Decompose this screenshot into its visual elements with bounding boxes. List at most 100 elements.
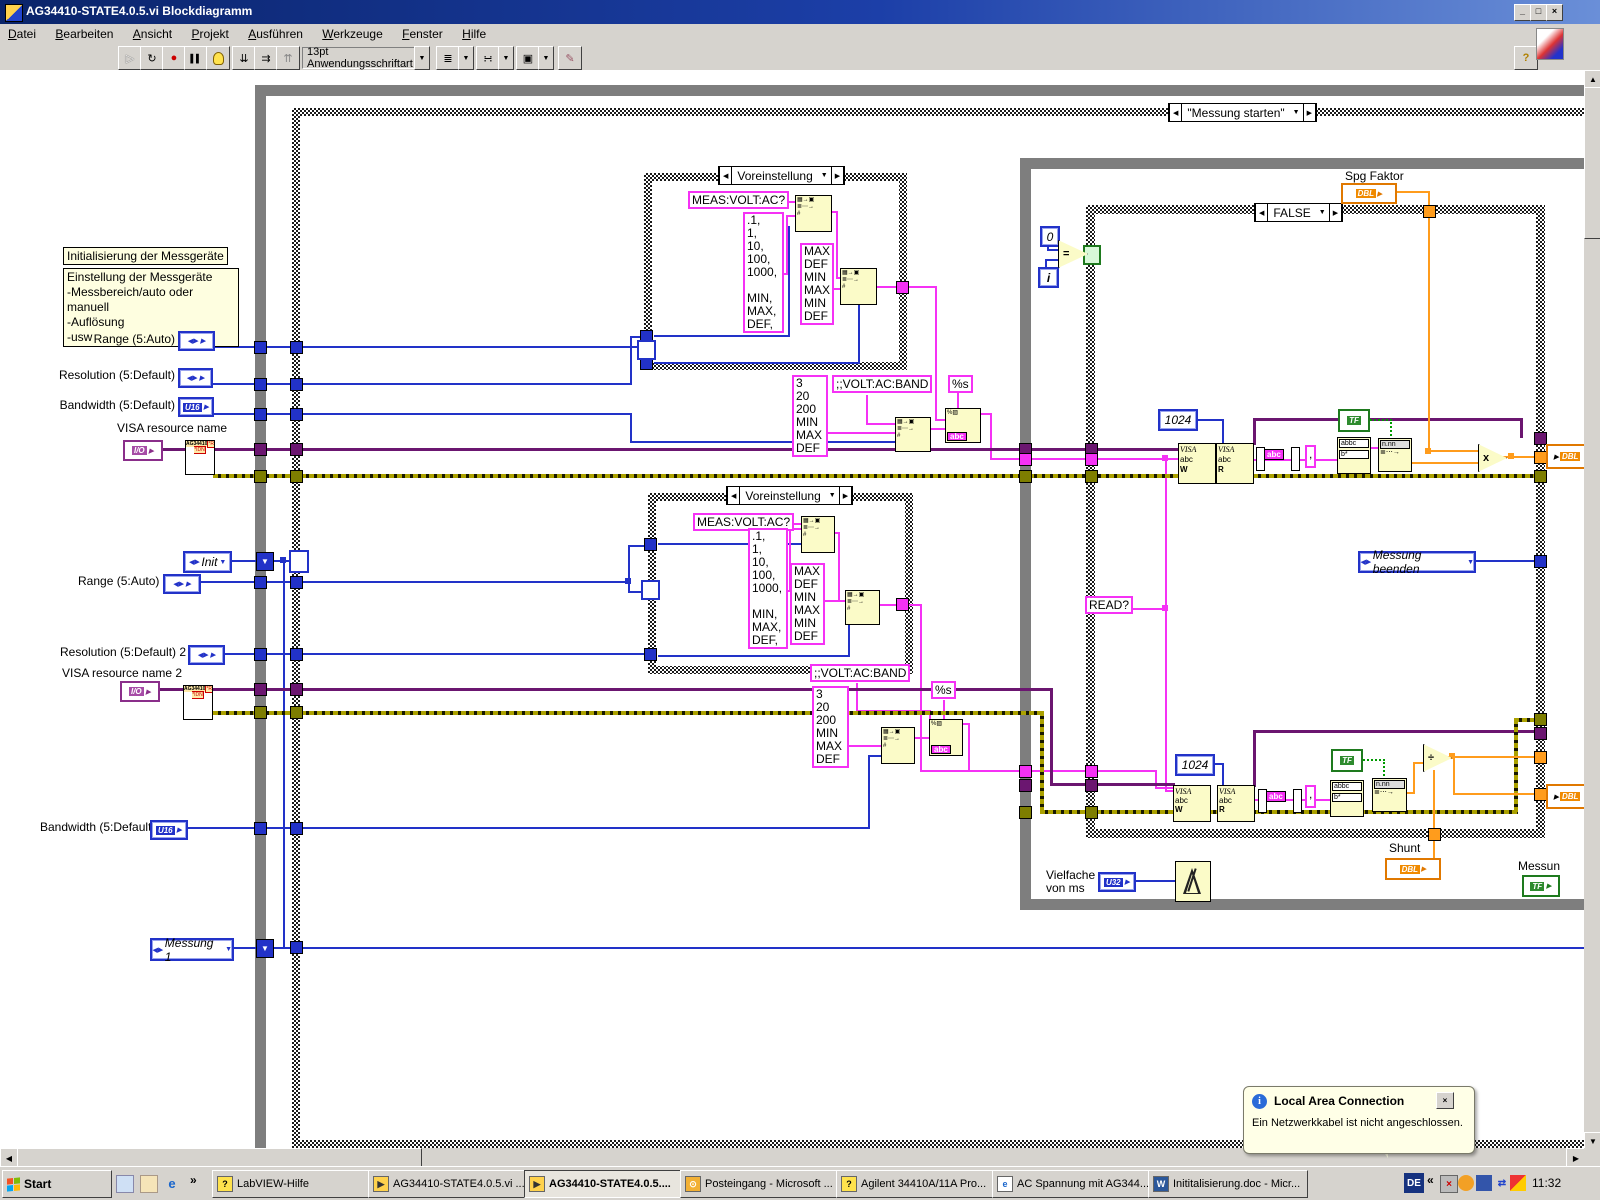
scroll-up-button[interactable]: ▲ [1584, 70, 1600, 88]
visa-read-node-1[interactable]: VISA abc R [1216, 443, 1254, 484]
string-constant-comma2[interactable]: , [1305, 785, 1317, 808]
trim-whitespace-node-2[interactable]: abc [1266, 791, 1286, 802]
case-label-false[interactable]: ◀ FALSE ▼ ▶ [1254, 203, 1344, 222]
terminal-bandwidth2[interactable]: U16 ▶ [150, 820, 188, 840]
menu-werkzeuge[interactable]: Werkzeuge [314, 24, 390, 44]
menu-fenster[interactable]: Fenster [394, 24, 451, 44]
terminal-visa1[interactable]: I/O ▶ [123, 440, 163, 461]
scroll-right-button[interactable]: ▶ [1566, 1148, 1586, 1168]
taskbar-task-3-active[interactable]: ▶ AG34410-STATE4.0.5.... [524, 1170, 684, 1198]
align-objects-button[interactable]: ≣ [436, 46, 460, 70]
array-constant-ranges1[interactable]: .1, 1, 10, 100, 1000, MIN, MAX, DEF, [743, 212, 784, 333]
chevron-down-icon[interactable]: ▼ [826, 487, 839, 504]
display-settings-icon[interactable] [1476, 1175, 1492, 1191]
trim-whitespace-node-1[interactable]: abc [1264, 449, 1284, 460]
scan-string-node-2[interactable]: n.nn ≣⋯→ [1372, 778, 1407, 812]
reorder-button[interactable]: ▣ [516, 46, 540, 70]
wait-ms-multiple-node[interactable] [1175, 861, 1211, 902]
messenger-icon[interactable] [1510, 1175, 1526, 1191]
balloon-close-icon[interactable]: × [1436, 1092, 1454, 1109]
pause-button[interactable]: ▌▌ [184, 46, 208, 70]
case-label-vore2[interactable]: ◀ Voreinstellung ▼ ▶ [726, 486, 854, 505]
prev-case-icon[interactable]: ◀ [1169, 104, 1183, 121]
horizontal-scroll-thumb[interactable] [17, 1148, 422, 1168]
iteration-terminal[interactable]: i [1038, 267, 1059, 288]
cleanup-diagram-button[interactable]: ✎ [558, 46, 582, 70]
scroll-left-button[interactable]: ◀ [0, 1148, 18, 1168]
case-label-vore1[interactable]: ◀ Voreinstellung ▼ ▶ [718, 166, 846, 185]
sync-icon[interactable]: ⇄ [1494, 1175, 1510, 1191]
array-constant-bandvals1[interactable]: 3 20 200 MIN MAX DEF [792, 375, 828, 457]
chevron-down-icon[interactable]: ▼ [1290, 104, 1303, 121]
terminal-visa2[interactable]: I/O ▶ [120, 681, 160, 702]
quicklaunch-chevron[interactable]: » [190, 1173, 197, 1187]
case-structure-false[interactable] [1086, 205, 1545, 838]
chevron-down-icon[interactable]: ▼ [818, 167, 831, 184]
numeric-constant-0[interactable]: 0 [1040, 226, 1060, 247]
build-array-node-2a[interactable]: ▦→▣ ≣⋯→ # [801, 516, 835, 553]
enum-constant-messung-beenden[interactable]: ◀▶ Messung beenden ▼ [1358, 548, 1476, 576]
terminal-vielfache-u32[interactable]: U32 ▶ [1098, 872, 1136, 892]
terminal-range2[interactable]: ◀▶ ▶ [163, 574, 201, 594]
align-dropdown[interactable]: ▼ [458, 46, 474, 70]
network-offline-icon[interactable]: × [1440, 1175, 1458, 1193]
quicklaunch-ie-icon[interactable]: e [164, 1175, 180, 1191]
menu-bearbeiten[interactable]: Bearbeiten [47, 24, 121, 44]
quicklaunch-folder-icon[interactable] [140, 1175, 158, 1193]
language-indicator[interactable]: DE [1404, 1173, 1424, 1193]
vertical-scroll-thumb[interactable] [1584, 87, 1600, 239]
menu-hilfe[interactable]: Hilfe [454, 24, 494, 44]
index-array-node-1[interactable]: ▦→▣ ≣⋯→ # [895, 417, 931, 452]
index-array-node-2[interactable]: ▦→▣ ≣⋯→ # [881, 727, 915, 764]
terminal-bandwidth1[interactable]: U16 ▶ [178, 397, 214, 417]
taskbar-task-2[interactable]: ▶ AG34410-STATE4.0.5.vi ... [368, 1170, 528, 1198]
numeric-constant-1024-b[interactable]: 1024 [1175, 754, 1215, 776]
visa-read-node-2[interactable]: VISA abc R [1217, 785, 1255, 822]
visa-write-node-2[interactable]: VISA abc W [1173, 785, 1211, 822]
format-into-string-node-1[interactable]: %▨ abc [945, 408, 981, 443]
boolean-constant-false-1[interactable]: TF [1338, 409, 1370, 432]
terminal-resolution1[interactable]: ◀▶ ▶ [178, 368, 213, 388]
step-into-button[interactable]: ⇊ [232, 46, 256, 70]
boolean-constant-false-2[interactable]: TF [1331, 749, 1363, 772]
build-array-node-2b[interactable]: ▦→▣ ≣⋯→ # [845, 590, 880, 625]
tray-chevron[interactable]: « [1427, 1173, 1434, 1187]
abort-button[interactable]: ● [162, 46, 186, 70]
comment-title[interactable]: Initialisierung der Messgeräte [63, 247, 228, 265]
maximize-button[interactable]: □ [1530, 4, 1547, 21]
quicklaunch-show-desktop-icon[interactable] [116, 1175, 134, 1193]
run-continuous-button[interactable]: ↻ [140, 46, 164, 70]
spreadsheet-to-array-node-2[interactable]: abbc b* [1330, 780, 1364, 817]
build-array-node-1b[interactable]: ▦→▣ ≣⋯→ # [840, 268, 877, 305]
indicator-dbl-2[interactable]: ▶ DBL [1546, 784, 1588, 809]
menu-datei[interactable]: Datei [0, 24, 44, 44]
taskbar-task-1[interactable]: ? LabVIEW-Hilfe [212, 1170, 372, 1198]
format-into-string-node-2[interactable]: %▨ abc [929, 719, 963, 756]
enum-constant-init[interactable]: ◀▶ Init ▼ [183, 551, 232, 573]
string-constant-read[interactable]: READ? [1085, 596, 1134, 614]
string-constant-band1[interactable]: ;;VOLT:AC:BAND [832, 375, 933, 393]
taskbar-task-6[interactable]: e AC Spannung mit AG344... [992, 1170, 1152, 1198]
distribute-objects-button[interactable]: ∺ [476, 46, 500, 70]
start-button[interactable]: Start [2, 1170, 112, 1198]
distribute-dropdown[interactable]: ▼ [498, 46, 514, 70]
array-constant-minmax1[interactable]: MAX DEF MIN MAX MIN DEF [800, 243, 834, 325]
subvi-ag34410-init-2[interactable]: AG34410*RST *IDN [183, 685, 213, 720]
indicator-dbl-1[interactable]: ▶ DBL [1546, 444, 1588, 469]
prev-case-icon[interactable]: ◀ [719, 167, 733, 184]
array-constant-minmax2[interactable]: MAX DEF MIN MAX MIN DEF [790, 563, 825, 645]
format-string-constant2[interactable]: %s [931, 681, 956, 699]
step-over-button[interactable]: ⇉ [254, 46, 278, 70]
chevron-down-icon[interactable]: ▼ [1316, 204, 1329, 221]
menu-ansicht[interactable]: Ansicht [125, 24, 180, 44]
prev-case-icon[interactable]: ◀ [1255, 204, 1269, 221]
clock-scheduler-icon[interactable] [1458, 1175, 1474, 1191]
string-constant-meas1[interactable]: MEAS:VOLT:AC? [688, 191, 790, 209]
terminal-resolution2[interactable]: ◀▶ ▶ [188, 645, 225, 665]
run-button[interactable]: ▷ [118, 46, 142, 70]
next-case-icon[interactable]: ▶ [1302, 104, 1316, 121]
menu-ausfuehren[interactable]: Ausführen [240, 24, 311, 44]
build-array-node-1a[interactable]: ▦→▣ ≣⋯→ # [795, 195, 832, 232]
prev-case-icon[interactable]: ◀ [727, 487, 741, 504]
taskbar-task-4[interactable]: ⊙ Posteingang - Microsoft ... [680, 1170, 840, 1198]
